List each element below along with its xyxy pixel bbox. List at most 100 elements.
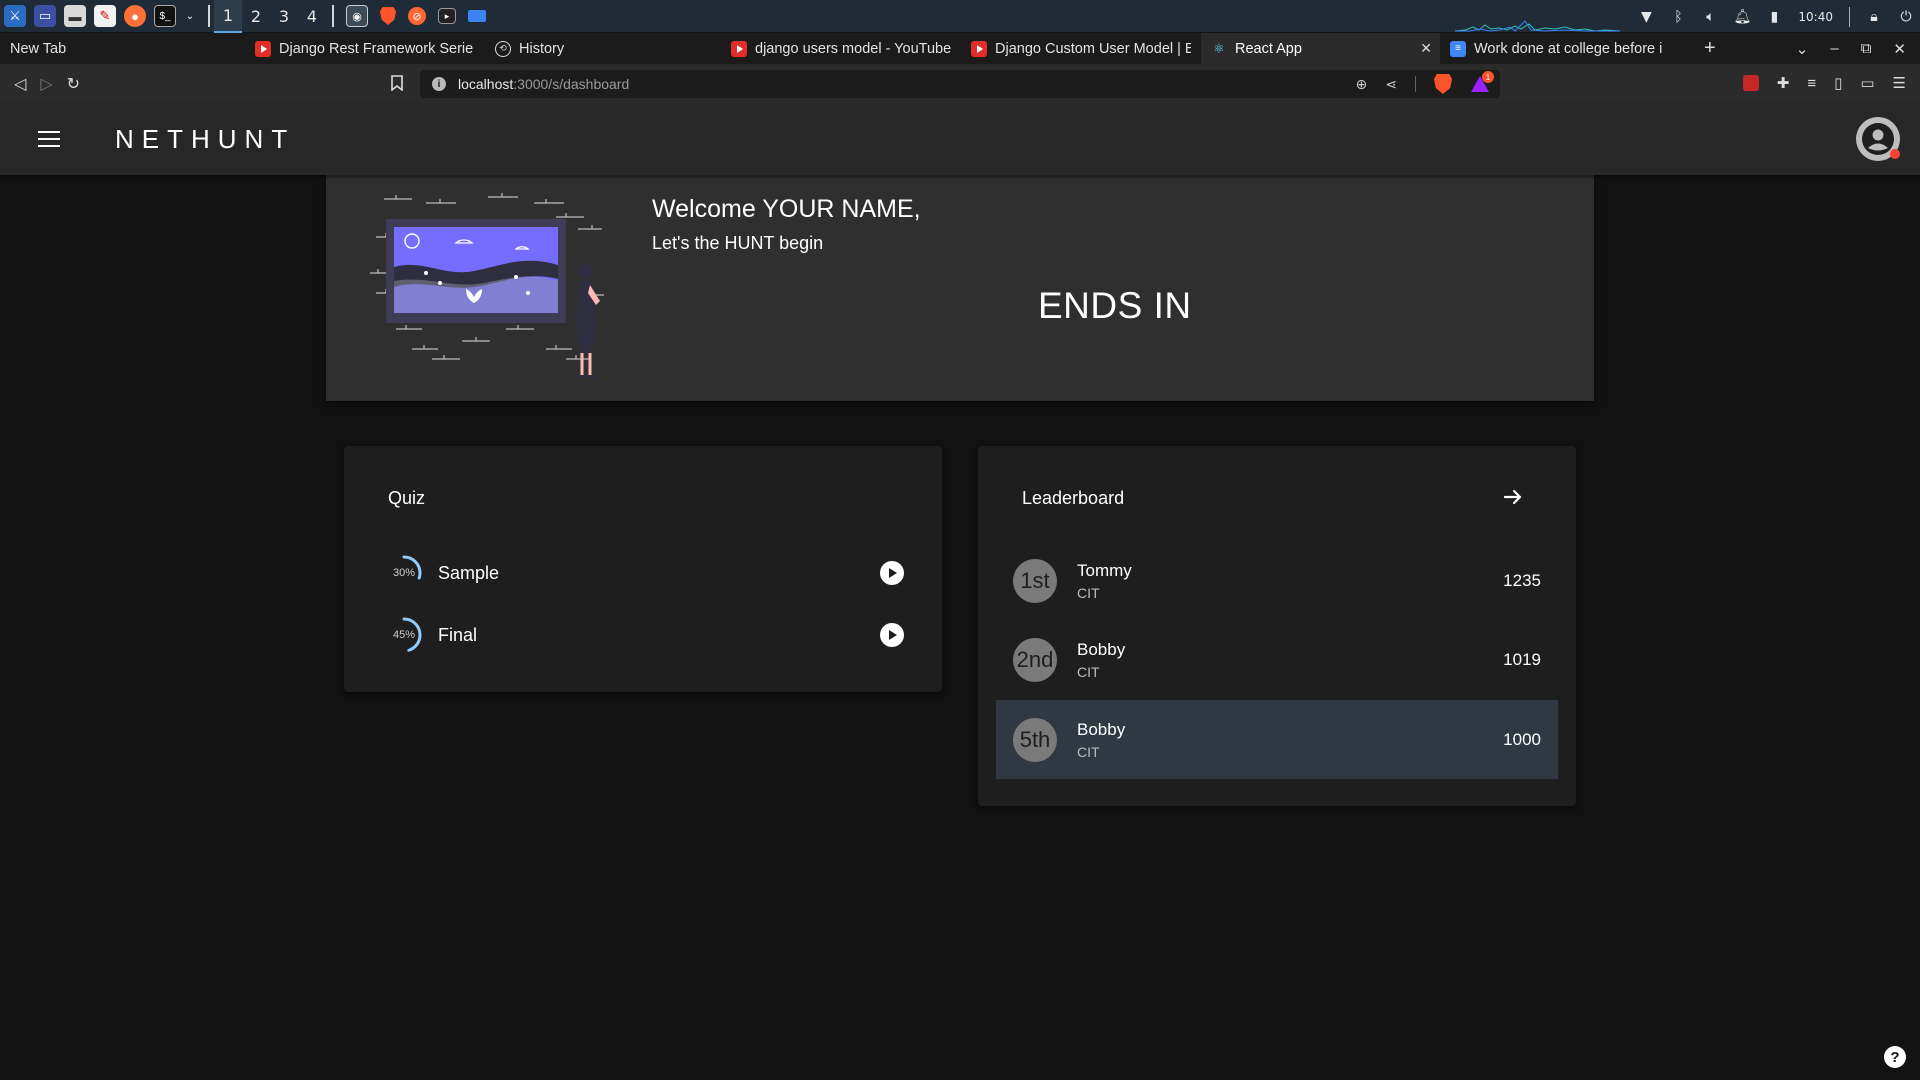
tab-label: Django Custom User Model | E <box>995 40 1191 57</box>
extension-red-icon[interactable] <box>1742 75 1759 91</box>
brave-shields-icon[interactable] <box>1434 74 1452 94</box>
extensions-puzzle-icon[interactable]: ✚ <box>1777 74 1790 92</box>
youtube-icon <box>255 40 271 57</box>
tab-label: New Tab <box>10 40 67 57</box>
quiz-item-final[interactable]: 45% Final <box>384 612 904 658</box>
text-editor-icon[interactable]: ✎ <box>94 5 116 27</box>
lock-icon[interactable]: 🔒︎ <box>1866 9 1882 25</box>
forward-icon[interactable]: ▷ <box>40 74 52 94</box>
tab-django-users-model[interactable]: django users model - YouTube <box>721 33 961 64</box>
welcome-banner: Welcome YOUR NAME, Let's the HUNT begin … <box>326 175 1594 401</box>
volume-icon[interactable]: 🔈︎ <box>1702 9 1718 25</box>
menu-icon[interactable]: ☰ <box>1893 74 1906 92</box>
terminal-icon[interactable]: $_ <box>154 5 176 27</box>
restore-icon[interactable]: ⧉ <box>1861 40 1872 57</box>
bookmark-icon[interactable] <box>390 75 404 91</box>
url-host: localhost <box>458 76 514 92</box>
play-quiz-button[interactable] <box>880 561 904 585</box>
leaderboard-row-current-user[interactable]: 5th Bobby CIT 1000 <box>996 700 1558 779</box>
site-info-icon[interactable]: i <box>432 77 446 91</box>
rewards-badge: 1 <box>1482 71 1494 83</box>
quiz-name: Sample <box>438 562 500 583</box>
leaderboard-row[interactable]: 1st Tommy CIT 1235 <box>996 541 1558 620</box>
tab-react-app[interactable]: ⚛ React App ✕ <box>1201 33 1440 64</box>
url-path: :3000/s/dashboard <box>513 76 630 92</box>
workspace-4[interactable]: 4 <box>298 0 326 33</box>
notification-dot <box>1890 149 1900 159</box>
quiz-card-title: Quiz <box>388 488 426 508</box>
app-header: NETHUNT <box>0 104 1920 175</box>
tab-django-custom-user[interactable]: Django Custom User Model | E <box>961 33 1201 64</box>
workspace-2[interactable]: 2 <box>242 0 270 33</box>
app-window-icon[interactable]: ◉ <box>346 5 368 27</box>
wifi-icon[interactable]: ▼ <box>1638 9 1654 25</box>
welcome-subtitle: Let's the HUNT begin <box>652 233 824 253</box>
firefox-icon[interactable]: ● <box>124 5 146 27</box>
chevron-down-icon[interactable]: ⌄ <box>184 5 196 27</box>
share-icon[interactable]: ⋖ <box>1385 76 1397 93</box>
back-icon[interactable]: ◁ <box>14 74 26 94</box>
quiz-card: Quiz 30% Sample 45% Final <box>344 446 942 692</box>
arrow-right-icon[interactable] <box>1502 486 1524 508</box>
quiz-name: Final <box>438 624 478 645</box>
play-quiz-button[interactable] <box>880 623 904 647</box>
kali-menu-icon[interactable]: ⚔ <box>4 5 26 27</box>
extension-icons: ✚ ≡ ▯ ▭ ☰ <box>1742 74 1906 92</box>
countdown-label: ENDS IN <box>1038 285 1192 326</box>
leaderboard-card: Leaderboard 1st Tommy CIT 1235 2nd Bobby… <box>978 446 1576 806</box>
hamburger-menu-icon[interactable] <box>38 131 60 147</box>
hamburger-line <box>38 145 60 147</box>
tab-label: Work done at college before i <box>1474 40 1663 57</box>
wallet-icon[interactable]: ▭ <box>1860 74 1874 92</box>
tab-history[interactable]: ⟲ History <box>485 33 721 64</box>
player-name: Tommy <box>1077 560 1132 580</box>
quiz-item-sample[interactable]: 30% Sample <box>384 550 904 596</box>
nav-buttons: ◁ ▷ ↻ <box>0 74 80 94</box>
player-org: CIT <box>1077 584 1100 601</box>
bluetooth-icon[interactable]: ᛒ <box>1670 9 1686 25</box>
cpu-graph <box>1455 20 1620 32</box>
workspace-3[interactable]: 3 <box>270 0 298 33</box>
power-icon[interactable]: ⏻ <box>1898 9 1914 25</box>
close-window-icon[interactable]: ✕ <box>1893 40 1906 58</box>
workspace-1[interactable]: 1 <box>214 0 242 33</box>
progress-percent: 45% <box>392 629 416 641</box>
user-avatar[interactable] <box>1856 117 1900 161</box>
rank-badge: 2nd <box>1013 637 1057 682</box>
brave-taskbar-icon[interactable] <box>380 7 396 25</box>
brave-rewards-icon[interactable]: 1 <box>1470 71 1494 93</box>
reload-icon[interactable]: ↻ <box>67 74 80 94</box>
tab-label: Django Rest Framework Serie <box>279 40 474 57</box>
terminal-window-icon[interactable]: ▸ <box>438 8 456 24</box>
workspace-switcher: 1 2 3 4 <box>214 0 326 33</box>
taskbar-separator <box>208 5 210 27</box>
zoom-icon[interactable]: ⊕ <box>1356 76 1368 93</box>
player-info: Bobby CIT <box>1077 640 1125 680</box>
player-org: CIT <box>1077 663 1100 680</box>
help-icon[interactable]: ? <box>1884 1046 1906 1068</box>
window-controls: ⌄ – ⧉ ✕ <box>1796 33 1920 64</box>
tab-search-icon[interactable]: ⌄ <box>1796 40 1809 58</box>
folder-icon[interactable] <box>468 10 486 22</box>
tab-new-tab[interactable]: New Tab <box>0 33 245 64</box>
react-icon: ⚛ <box>1213 40 1225 56</box>
minimize-icon[interactable]: – <box>1830 40 1838 57</box>
tab-django-rest-framework[interactable]: Django Rest Framework Serie <box>245 33 485 64</box>
new-tab-button[interactable]: + <box>1704 37 1716 60</box>
sidebar-icon[interactable]: ▯ <box>1834 74 1842 92</box>
close-tab-icon[interactable]: ✕ <box>1420 40 1432 57</box>
art-gallery-illustration <box>370 193 604 379</box>
circular-progress: 45% <box>384 615 424 655</box>
player-name: Bobby <box>1077 639 1126 659</box>
burp-icon[interactable]: ⊘ <box>408 7 426 25</box>
tab-work-done-at-college[interactable]: ≡ Work done at college before i <box>1440 33 1690 64</box>
clock[interactable]: 10:40 <box>1798 10 1833 24</box>
battery-icon[interactable]: ▮ <box>1766 9 1782 25</box>
show-desktop-icon[interactable]: ▭ <box>34 5 56 27</box>
hamburger-line <box>38 138 60 140</box>
leaderboard-row[interactable]: 2nd Bobby CIT 1019 <box>996 620 1558 699</box>
playlist-icon[interactable]: ≡ <box>1807 75 1816 92</box>
file-manager-icon[interactable]: ▬ <box>64 5 86 27</box>
address-bar[interactable]: i localhost:3000/s/dashboard ⊕ ⋖ 1 <box>420 70 1500 98</box>
notifications-icon[interactable]: 🔔︎ <box>1734 9 1752 25</box>
